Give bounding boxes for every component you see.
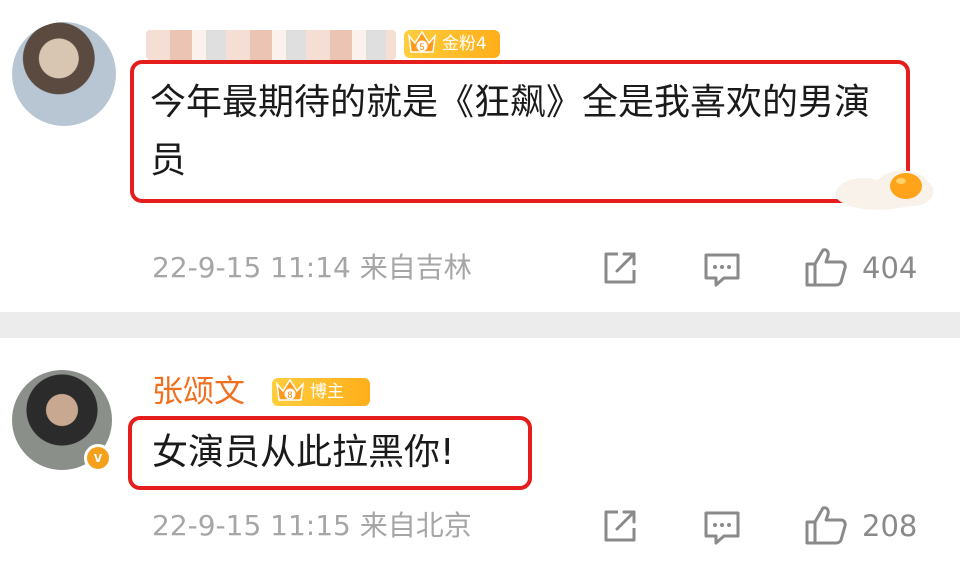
comment-time: 22-9-15 11:15 [152,509,351,542]
share-icon[interactable] [600,248,640,288]
share-icon[interactable] [600,506,640,546]
comment-icon[interactable] [702,250,742,290]
thumbs-up-icon[interactable] [804,504,848,546]
fan-badge-label: 博主 [310,382,344,402]
fan-badge-label: 金粉4 [442,34,487,54]
comment-time: 22-9-15 11:14 [152,251,351,284]
crown-icon: 8 [275,378,305,401]
username-blurred[interactable] [146,30,396,60]
thumbs-up-icon[interactable] [804,246,848,288]
avatar[interactable] [12,22,116,126]
username[interactable]: 张颂文 [152,372,245,412]
comment-text: 女演员从此拉黑你! [152,432,455,473]
like-count: 404 [862,251,918,285]
comment-location: 来自吉林 [359,251,472,284]
fan-badge[interactable]: 8 博主 [272,378,370,406]
fan-badge[interactable]: 5 金粉4 [404,30,500,58]
divider [0,312,960,338]
comment-icon[interactable] [702,508,742,548]
comment-item: 5 金粉4 今年最期待的就是《狂飙》全是我喜欢的男演员 22-9-15 11:1… [0,0,960,312]
crown-icon: 5 [407,30,437,53]
like-count: 208 [862,509,918,543]
fried-egg-icon [835,170,934,210]
comment-location: 来自北京 [359,509,472,542]
fan-level: 5 [419,42,424,52]
comment-text: 今年最期待的就是《狂飙》全是我喜欢的男演员 [150,82,871,181]
comment-meta: 22-9-15 11:14 来自吉林 [152,250,472,286]
comment-feed: 5 金粉4 今年最期待的就是《狂飙》全是我喜欢的男演员 22-9-15 11:1… [0,0,960,567]
comment-meta: 22-9-15 11:15 来自北京 [152,508,472,544]
verified-badge-icon: v [84,444,112,472]
fan-level: 8 [287,390,292,400]
